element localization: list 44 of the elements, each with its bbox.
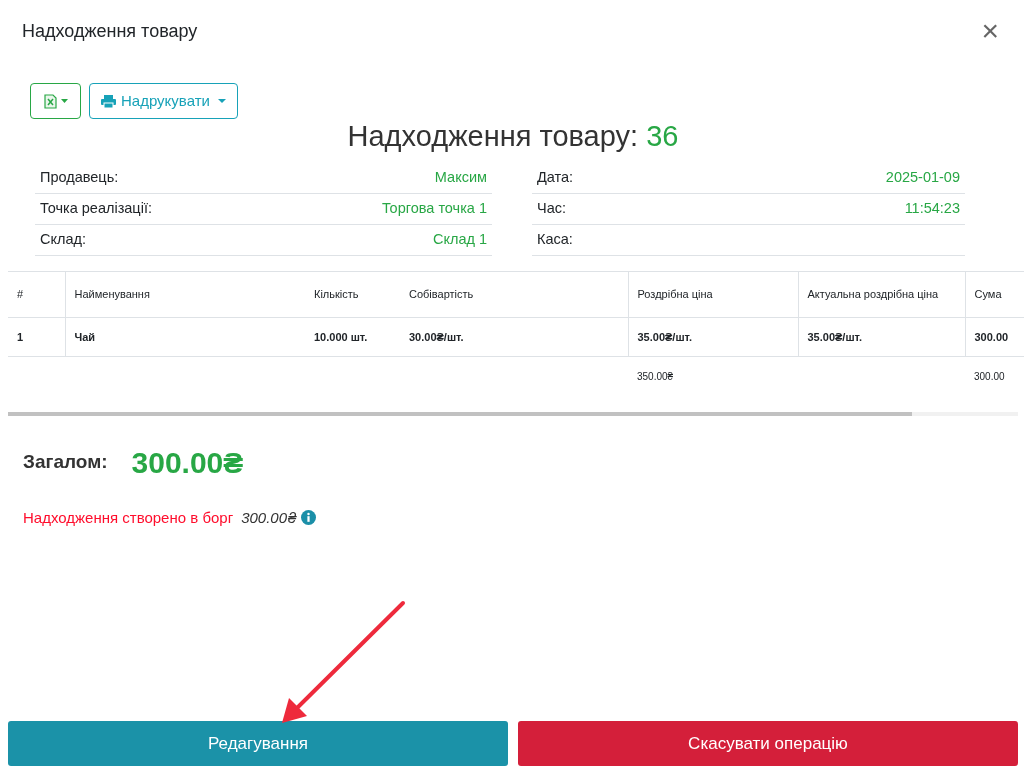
printer-icon [101,94,116,108]
column-header: Собівартість [409,288,474,301]
column-total: 300.00 [974,370,1005,382]
column-header: Роздрібна ціна [637,288,713,301]
info-value: Максим [434,168,487,188]
info-label: Час: [537,199,566,219]
info-label: Склад: [40,230,86,250]
column-header: Кількість [314,288,359,301]
total-amount: 300.00₴ [131,444,244,481]
info-label: Каса: [537,230,573,250]
excel-dropdown-button[interactable] [30,83,81,119]
column-header: Сума [974,288,1002,301]
table-cell: 35.00₴/шт. [807,330,863,343]
column-header: # [17,288,24,301]
info-value: Торгова точка 1 [381,199,487,219]
print-dropdown-button[interactable]: Надрукувати [89,83,238,119]
page-heading: Надходження товару: 36 [346,119,679,155]
cancel-operation-button[interactable]: Скасувати операцію [518,721,1018,766]
horizontal-scrollbar[interactable] [8,411,1018,416]
spreadsheet-icon [43,93,57,109]
total-label: Загалом: [23,449,108,474]
table-cell: 35.00₴/шт. [637,330,693,343]
dialog-title: Надходження товару [22,19,198,43]
caret-icon [60,99,68,103]
column-header: Найменування [74,288,150,301]
info-icon[interactable] [301,510,317,526]
close-button[interactable]: × [981,16,999,46]
column-header: Актуальна роздрібна ціна [807,288,939,301]
table-cell: 1 [17,330,24,343]
caret-icon [217,99,226,103]
debt-amount: 300.00₴ [241,507,298,528]
table-cell: 300.00 [974,330,1009,343]
info-value: Склад 1 [432,230,487,250]
info-label: Точка реалізації: [40,199,152,219]
table-cell: 10.000 шт. [314,330,368,343]
column-total: 350.00₴ [637,370,674,382]
edit-button[interactable]: Редагування [8,721,508,766]
debt-notice: Надходження створено в борг [23,507,234,528]
info-label: Продавець: [40,168,119,188]
info-value: 11:54:23 [904,199,960,219]
info-value: 2025-01-09 [885,168,960,188]
table-cell: Чай [74,330,96,343]
table-cell: 30.00₴/шт. [409,330,464,343]
info-label: Дата: [537,168,574,188]
